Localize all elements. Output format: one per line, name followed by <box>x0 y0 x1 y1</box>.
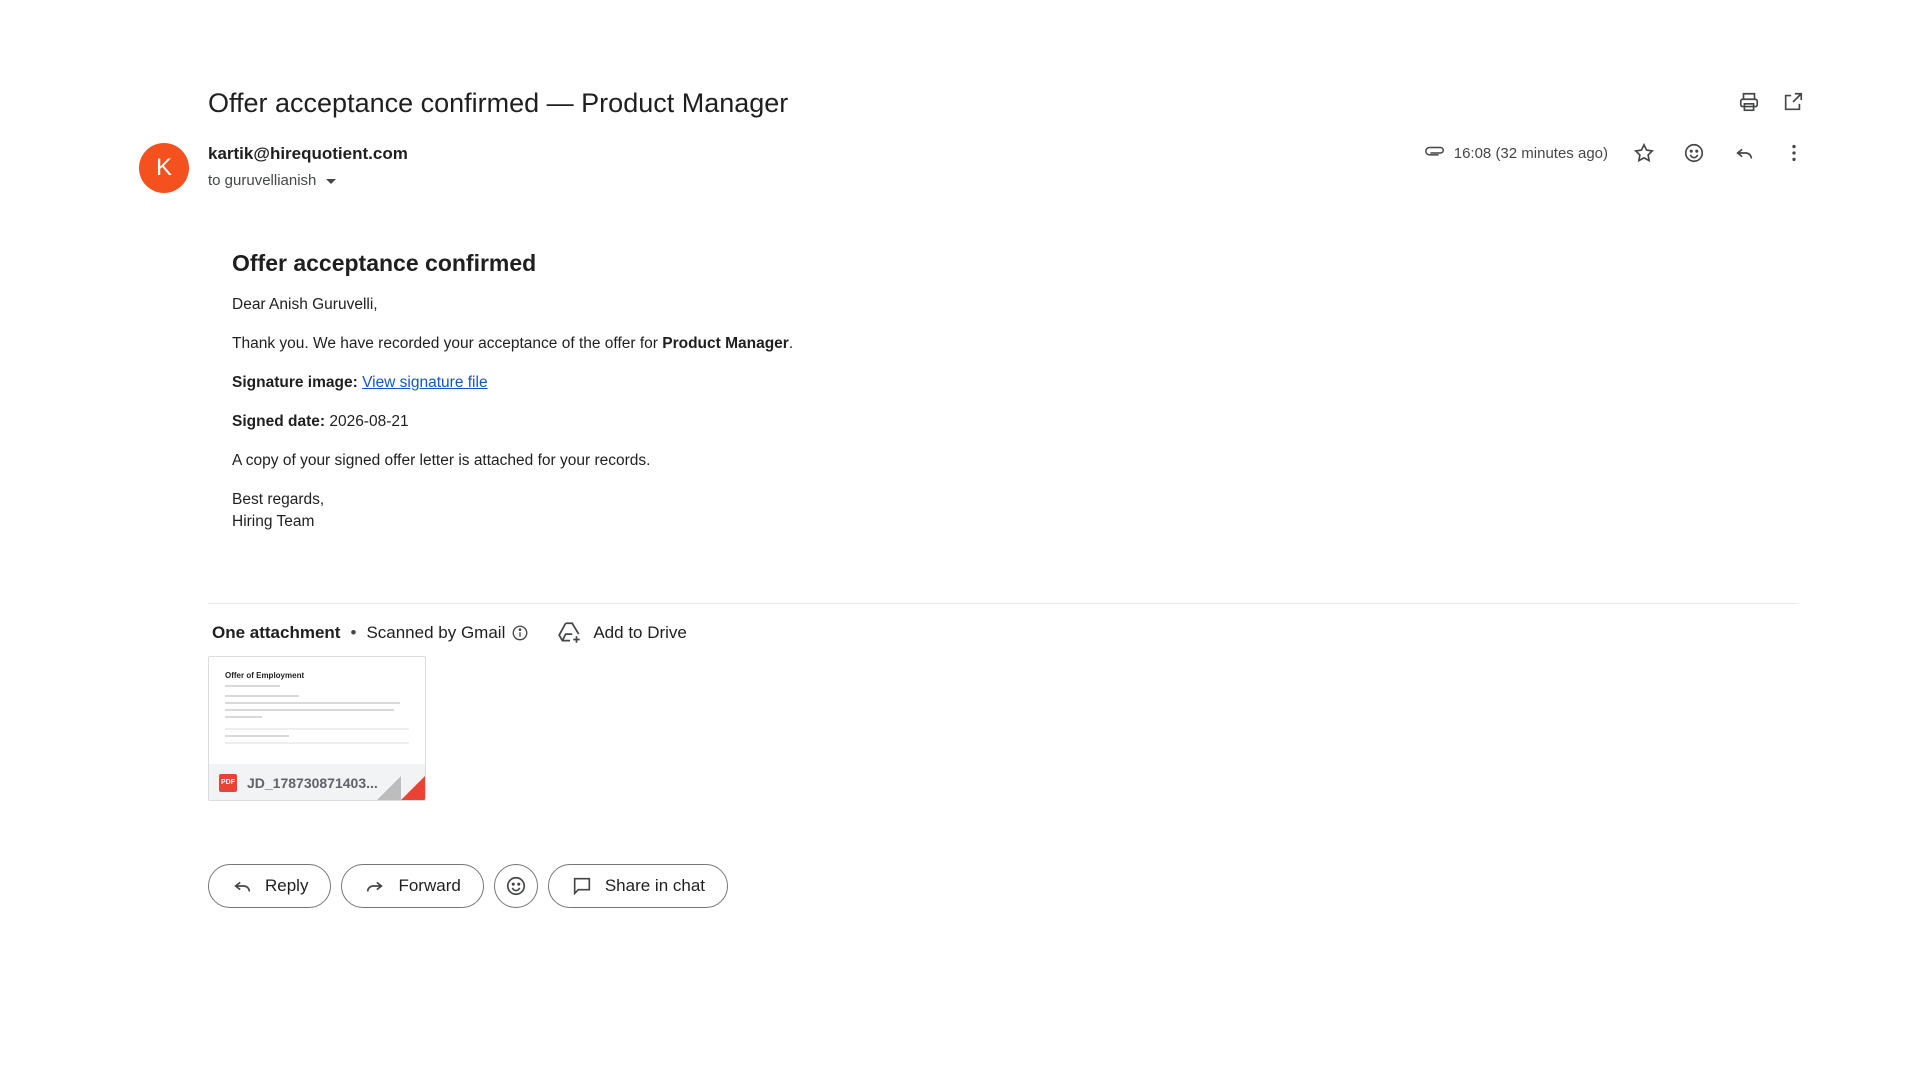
closing: Best regards, <box>232 491 325 508</box>
share-in-chat-label: Share in chat <box>604 876 706 895</box>
forward-label: Forward <box>398 876 461 895</box>
message-meta: 16:08 (32 minutes ago) <box>1424 139 1808 167</box>
scanned-label: Scanned by Gmail <box>366 623 506 642</box>
pdf-icon: PDF <box>219 773 237 792</box>
reply-label: Reply <box>265 876 309 895</box>
sender-email[interactable]: kartik@hirequotient.com <box>208 144 408 164</box>
divider <box>208 603 1798 604</box>
copy-note: A copy of your signed offer letter is at… <box>232 452 651 469</box>
info-icon[interactable] <box>511 624 529 642</box>
chevron-down-icon[interactable] <box>326 179 337 184</box>
body-heading: Offer acceptance confirmed <box>232 250 537 276</box>
signed-date-line: Signed date: 2026-08-21 <box>232 411 1232 433</box>
emoji-icon[interactable] <box>1680 139 1708 167</box>
drive-add-icon <box>558 622 581 643</box>
print-icon[interactable] <box>1734 87 1764 117</box>
timestamp-wrap: 16:08 (32 minutes ago) <box>1424 142 1608 164</box>
paperclip-icon <box>1424 146 1444 156</box>
attachment-filename: JD_178730871403... <box>247 774 378 791</box>
preview-title: Offer of Employment <box>225 671 305 680</box>
forward-icon <box>367 881 384 892</box>
subject-row: Offer acceptance confirmed — Product Man… <box>208 83 1808 123</box>
add-to-drive-label: Add to Drive <box>593 623 687 642</box>
acceptance-prefix: Thank you. We have recorded your accepta… <box>232 335 663 352</box>
reply-icon[interactable] <box>1730 139 1758 167</box>
chat-icon <box>573 877 590 896</box>
timestamp: 16:08 (32 minutes ago) <box>1453 144 1608 162</box>
greeting: Dear Anish Guruvelli, <box>232 296 378 313</box>
emoji-react-button[interactable] <box>493 864 538 908</box>
signed-date-label: Signed date: <box>232 413 326 430</box>
email-subject: Offer acceptance confirmed — Product Man… <box>208 88 789 118</box>
bottom-actions: Reply Forward Share in chat <box>208 864 729 908</box>
reply-button[interactable]: Reply <box>208 864 332 908</box>
share-in-chat-button[interactable]: Share in chat <box>547 864 729 908</box>
fold-shadow <box>377 776 401 800</box>
signature-line: Signature image: View signature file <box>232 372 1232 394</box>
emoji-icon <box>506 876 525 896</box>
attachment-preview: Offer of Employment <box>209 657 425 764</box>
signed-date-value: 2026-08-21 <box>329 413 409 430</box>
signature-link[interactable]: View signature file <box>362 374 488 391</box>
star-icon[interactable] <box>1630 139 1658 167</box>
more-vertical-icon[interactable] <box>1780 139 1808 167</box>
attachments-header: One attachment • Scanned by Gmail Add to… <box>212 618 687 648</box>
pdf-corner-icon <box>401 776 425 800</box>
email-body: Offer acceptance confirmed Dear Anish Gu… <box>232 248 1232 533</box>
acceptance-suffix: . <box>788 335 794 352</box>
reply-icon <box>234 881 251 892</box>
recipient-line[interactable]: to guruvellianish <box>208 172 408 189</box>
separator: • <box>350 623 357 642</box>
signature-label: Signature image: <box>232 374 358 391</box>
sender-avatar[interactable]: K <box>139 143 189 193</box>
attachment-card[interactable]: Offer of Employment PDF JD_178730871403.… <box>208 656 426 801</box>
attachment-count: One attachment <box>212 623 341 642</box>
add-to-drive-button[interactable]: Add to Drive <box>557 620 687 646</box>
team-signature: Hiring Team <box>232 513 315 530</box>
acceptance-line: Thank you. We have recorded your accepta… <box>232 333 1232 355</box>
open-in-new-icon[interactable] <box>1778 87 1808 117</box>
sender-block: kartik@hirequotient.com to guruvellianis… <box>208 144 408 189</box>
position-name: Product Manager <box>662 335 789 352</box>
top-actions <box>1734 87 1808 117</box>
recipient-text: to guruvellianish <box>208 172 317 189</box>
forward-button[interactable]: Forward <box>341 864 484 908</box>
